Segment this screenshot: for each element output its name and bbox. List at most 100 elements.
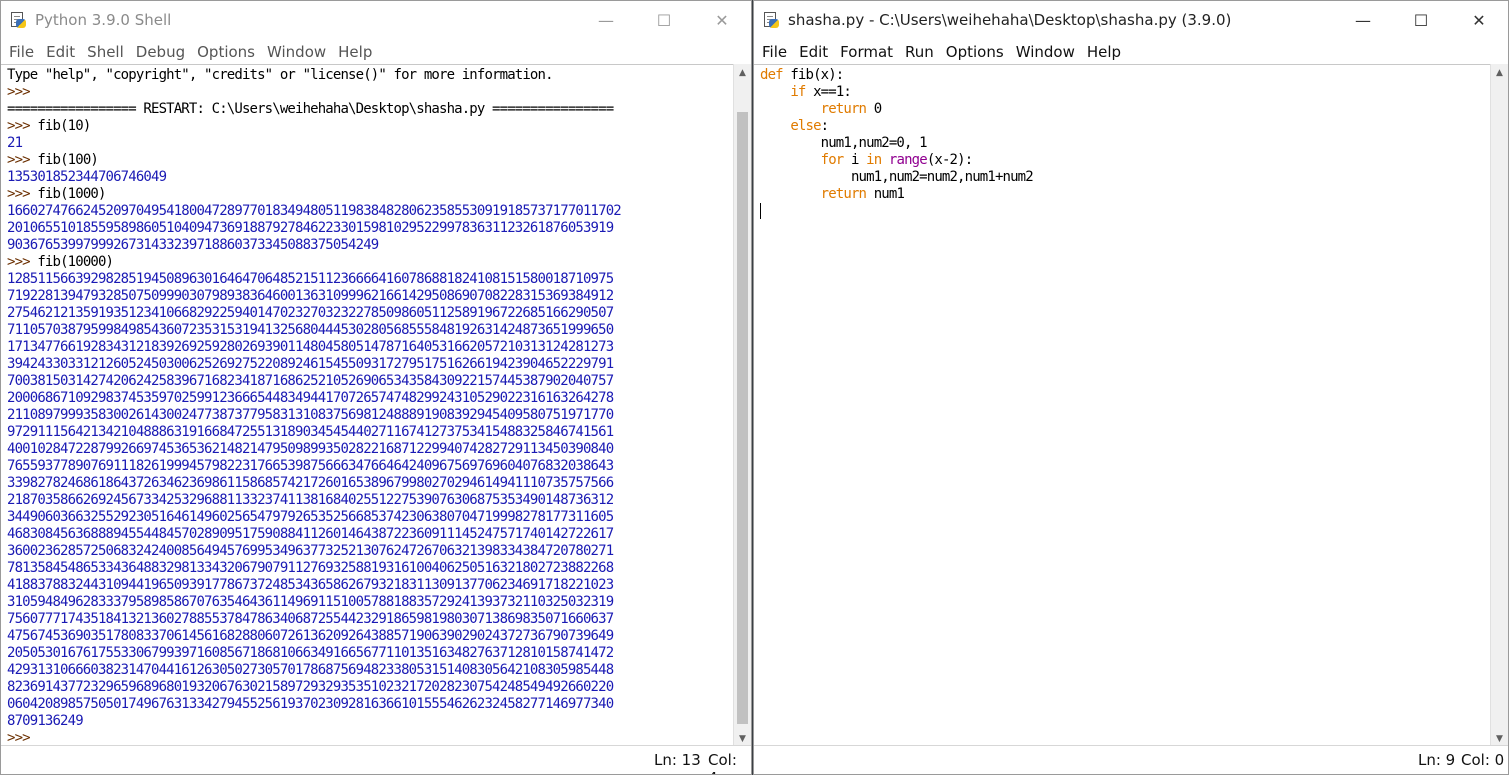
output-line: 0604208985750501749676313342794552561937… [7,696,614,712]
keyword-def: def [760,67,784,83]
loop-variable: i [843,152,867,168]
menu-run[interactable]: Run [899,43,940,61]
output-line: 7003815031427420624258396716823418716862… [7,373,614,389]
menu-file[interactable]: File [756,43,793,61]
menu-edit[interactable]: Edit [40,43,81,61]
output-line: 1285115663929828519450896301646470648521… [7,271,614,287]
else-colon: : [820,118,829,134]
output-line: 2754621213591935123410668292259401470232… [7,305,614,321]
shell-scrollbar[interactable]: ▲ ▼ [733,64,751,747]
editor-menubar: File Edit Format Run Options Window Help [754,39,1508,64]
shell-menubar: File Edit Shell Debug Options Window Hel… [1,39,751,64]
output-line: 4683084563688894554484570289095175908841… [7,526,614,542]
column-number: Col: 0 [1461,751,1505,769]
python-file-icon [762,11,780,29]
code-assign-init: num1,num2=0, 1 [820,135,928,151]
menu-debug[interactable]: Debug [130,43,191,61]
shell-window-title: Python 3.9.0 Shell [35,11,172,29]
maximize-button[interactable]: ☐ [1392,1,1450,39]
close-icon: ✕ [1472,10,1486,30]
builtin-range: range [888,152,928,168]
output-line: 3105948496283337958985867076354643611496… [7,594,614,610]
output-line: 4293131066603823147044161263050273057017… [7,662,614,678]
prompt: >>> [7,152,31,168]
command-line: fib(10) [37,118,91,134]
editor-text-area[interactable]: def fib(x): if x==1: return 0 else: num1… [754,64,1491,747]
function-signature: fib(x): [782,67,844,83]
output-line: 2010655101855958986051040947369188792784… [7,220,614,236]
restart-line: ================= RESTART: C:\Users\weih… [7,101,614,117]
output-line: 2050530167617553306799397160856718681066… [7,645,614,661]
editor-window-title: shasha.py - C:\Users\weihehaha\Desktop\s… [788,11,1232,29]
maximize-icon: ☐ [656,10,672,30]
prompt: >>> [7,730,31,746]
range-args: (x-2): [926,152,973,168]
line-number: Ln: 9 [1418,751,1456,769]
maximize-icon: ☐ [1413,10,1429,30]
maximize-button[interactable]: ☐ [635,1,693,39]
minimize-button[interactable]: — [1334,1,1392,39]
output-line: 9729111564213421048886319166847255131890… [7,424,614,440]
output-line: 7813584548653343648832981334320679079112… [7,560,614,576]
scroll-up-icon[interactable]: ▲ [734,64,751,81]
shell-text-area[interactable]: Type "help", "copyright", "credits" or "… [1,64,734,747]
menu-options[interactable]: Options [191,43,261,61]
output-line: 7560777174351841321360278855378478634068… [7,611,614,627]
command-line: fib(10000) [37,254,114,270]
menu-shell[interactable]: Shell [81,43,130,61]
column-number: Col: 4 [708,751,737,774]
menu-edit[interactable]: Edit [793,43,834,61]
command-line: fib(100) [37,152,98,168]
minimize-button[interactable]: — [577,1,635,39]
menu-file[interactable]: File [3,43,40,61]
output-line: 2000686710929837453597025991236665448349… [7,390,614,406]
close-icon: ✕ [715,10,729,30]
line-number: Ln: 13 [654,751,701,769]
output-line: 7192281394793285075099903079893836460013… [7,288,614,304]
editor-statusbar: Ln: 9 Col: 0 [754,745,1508,774]
keyword-return: return [820,101,867,117]
output-line: 3398278246861864372634623698611586857421… [7,475,614,491]
output-line: 2110897999358300261430024773873779583131… [7,407,614,423]
prompt: >>> [7,118,31,134]
prompt: >>> [7,186,31,202]
editor-scrollbar[interactable]: ▲ ▼ [1490,64,1508,747]
text-cursor [760,203,761,219]
menu-help[interactable]: Help [1081,43,1127,61]
scroll-thumb[interactable] [737,112,748,724]
output-line: 8709136249 [7,713,84,729]
return-value: num1 [866,186,905,202]
output-line: 4188378832443109441965093917786737248534… [7,577,614,593]
menu-options[interactable]: Options [940,43,1010,61]
shell-window: Python 3.9.0 Shell — ☐ ✕ File Edit Shell… [0,0,752,775]
minimize-icon: — [598,10,614,30]
menu-help[interactable]: Help [332,43,378,61]
output-line: 9036765399799926731433239718860373345088… [7,237,379,253]
close-button[interactable]: ✕ [1450,1,1508,39]
python-idle-icon [9,11,27,29]
keyword-return: return [820,186,867,202]
output-line: 21 [7,135,23,151]
keyword-if: if [790,84,806,100]
menu-format[interactable]: Format [834,43,899,61]
menu-window[interactable]: Window [261,43,332,61]
close-button[interactable]: ✕ [693,1,751,39]
menu-window[interactable]: Window [1010,43,1081,61]
output-line: 3942433033121260524503006252692752208924… [7,356,614,372]
return-value: 0 [866,101,882,117]
keyword-in: in [866,152,882,168]
output-line: 1660274766245209704954180047289770183494… [7,203,622,219]
output-line: 7655937789076911182619994579822317665398… [7,458,614,474]
output-line: 8236914377232965968968019320676302158972… [7,679,614,695]
output-line: 1713477661928343121839269259280269390114… [7,339,614,355]
shell-titlebar[interactable]: Python 3.9.0 Shell — ☐ ✕ [1,1,751,39]
output-line: 4756745369035178083370614561682880607261… [7,628,614,644]
output-line: 135301852344706746049 [7,169,167,185]
command-line: fib(1000) [37,186,106,202]
editor-window: shasha.py - C:\Users\weihehaha\Desktop\s… [753,0,1509,775]
editor-titlebar[interactable]: shasha.py - C:\Users\weihehaha\Desktop\s… [754,1,1508,39]
output-line: 4001028472287992669745365362148214795098… [7,441,614,457]
scroll-up-icon[interactable]: ▲ [1491,64,1508,81]
prompt: >>> [7,254,31,270]
output-line: 2187035866269245673342532968811332374113… [7,492,614,508]
